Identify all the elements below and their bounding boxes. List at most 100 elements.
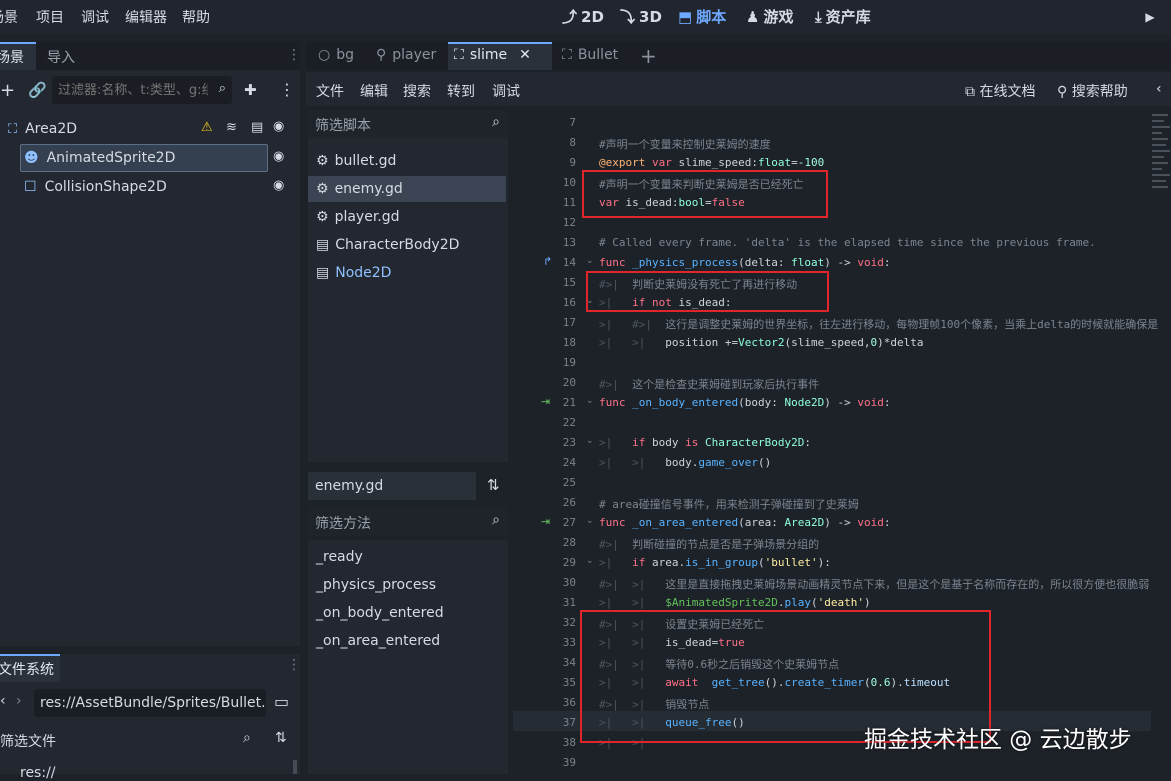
- script-item-node2d[interactable]: ▤ Node2D: [308, 260, 506, 286]
- fs-scrollbar[interactable]: [293, 760, 297, 774]
- fold-icon[interactable]: ⌄: [586, 516, 594, 526]
- tab-bg[interactable]: ○ bg: [318, 47, 354, 63]
- search-help-button[interactable]: ⚲ 搜索帮助: [1057, 81, 1128, 101]
- fs-path-field[interactable]: res://AssetBundle/Sprites/Bullet.: [34, 689, 266, 717]
- gear-icon: ⚙: [316, 181, 329, 197]
- split-view-icon[interactable]: ▭: [274, 692, 289, 711]
- menu-debug[interactable]: 调试: [81, 7, 109, 27]
- script-menu-file[interactable]: 文件: [316, 81, 344, 101]
- script-filter-field[interactable]: 筛选脚本 ⌕: [308, 110, 508, 138]
- override-icon[interactable]: ↱: [543, 255, 552, 268]
- code-line: >| >| body.game_over(): [599, 456, 772, 469]
- tab-player[interactable]: ⚲ player: [376, 47, 436, 63]
- link-icon[interactable]: 🔗: [28, 81, 47, 99]
- mode-3d-button[interactable]: ⤵ 3D: [620, 6, 662, 27]
- tab-import[interactable]: 导入: [47, 47, 75, 67]
- game-icon: ♟: [746, 7, 760, 26]
- assetlib-icon: ⤓: [815, 7, 822, 26]
- mode-assetlib-button[interactable]: ⤓ 资产库: [815, 6, 871, 27]
- line-number: 20: [562, 376, 576, 389]
- mode-script-button[interactable]: ⬒ 脚本: [678, 6, 726, 27]
- tree-node-collisionshape2d[interactable]: ☐ CollisionShape2D: [0, 174, 167, 200]
- line-number: 16: [562, 296, 576, 309]
- back-icon[interactable]: ‹: [0, 693, 6, 709]
- fs-menu-icon[interactable]: ⋮: [287, 657, 301, 673]
- script-attached-icon[interactable]: ▤: [251, 120, 263, 135]
- collapse-icon[interactable]: ‹: [1156, 81, 1162, 97]
- area2d-icon: ⛶: [454, 47, 464, 63]
- tree-menu-icon[interactable]: ⋮: [279, 80, 295, 99]
- line-number: 30: [562, 576, 576, 589]
- animatedsprite-icon: ☻: [24, 150, 39, 166]
- add-tab-icon[interactable]: +: [640, 44, 657, 68]
- code-line: # Called every frame. 'delta' is the ela…: [599, 236, 1096, 249]
- code-line: >| #>| 这行是调整史莱姆的世界坐标，往左进行移动，每物理帧100个像素，当…: [599, 318, 1159, 331]
- visibility-eye-icon[interactable]: ◉: [273, 178, 284, 193]
- play-button[interactable]: ▶: [1139, 6, 1161, 28]
- script-item-characterbody2d[interactable]: ▤ CharacterBody2D: [308, 232, 506, 258]
- tab-slime[interactable]: ⛶ slime ✕: [454, 47, 531, 63]
- script-menu-goto[interactable]: 转到: [447, 81, 475, 101]
- fold-icon[interactable]: ⌄: [586, 396, 594, 406]
- line-number: 36: [562, 696, 576, 709]
- code-line: >| if area.is_in_group('bullet'):: [599, 556, 831, 569]
- code-line: >| >| position +=Vector2(slime_speed,0)*…: [599, 336, 924, 349]
- signal-connect-icon[interactable]: ⇥: [541, 515, 550, 528]
- attach-script-icon[interactable]: ✚: [244, 81, 257, 99]
- tab-bullet[interactable]: ⛶ Bullet: [562, 47, 618, 63]
- method-item[interactable]: _on_area_entered: [316, 633, 440, 649]
- method-item[interactable]: _physics_process: [316, 577, 436, 593]
- sort-icon[interactable]: ⇅: [487, 476, 500, 494]
- menu-help[interactable]: 帮助: [182, 7, 210, 27]
- method-filter-field[interactable]: 筛选方法 ⌕: [308, 508, 508, 536]
- sort-icon[interactable]: ⇅: [275, 730, 287, 746]
- close-icon[interactable]: ✕: [519, 47, 531, 63]
- add-node-icon[interactable]: +: [0, 80, 15, 101]
- fold-icon[interactable]: ⌄: [586, 256, 594, 266]
- script-menu-search[interactable]: 搜索: [403, 81, 431, 101]
- visibility-eye-icon[interactable]: ◉: [273, 149, 284, 164]
- search-icon: ⌕: [492, 512, 500, 528]
- doc-icon: ▤: [316, 265, 330, 281]
- dock-menu-icon[interactable]: ⋮: [287, 47, 301, 63]
- warning-icon[interactable]: ⚠: [201, 120, 213, 135]
- mode-game-button[interactable]: ♟ 游戏: [746, 6, 793, 27]
- forward-icon[interactable]: ›: [16, 693, 22, 709]
- tab-filesystem[interactable]: 文件系统: [0, 654, 60, 682]
- minimap[interactable]: [1150, 110, 1171, 230]
- script-menu-edit[interactable]: 编辑: [360, 81, 388, 101]
- script-menu-debug[interactable]: 调试: [492, 81, 520, 101]
- menu-project[interactable]: 项目: [36, 7, 64, 27]
- script-item-player[interactable]: ⚙ player.gd: [308, 204, 506, 230]
- mode-2d-button[interactable]: ⤴ 2D: [562, 6, 604, 27]
- scene-dock-tabs: 场景 导入 ⋮: [0, 42, 301, 70]
- method-item[interactable]: _ready: [316, 549, 363, 565]
- tree-node-area2d[interactable]: ⛶ Area2D: [0, 116, 77, 142]
- line-number: 29: [562, 556, 576, 569]
- fold-icon[interactable]: ⌄: [586, 436, 594, 446]
- script-item-bullet[interactable]: ⚙ bullet.gd: [308, 148, 506, 174]
- code-line: >| >| $AnimatedSprite2D.play('death'): [599, 596, 871, 609]
- fs-filter-input[interactable]: 筛选文件: [0, 731, 56, 751]
- menu-editor[interactable]: 编辑器: [125, 7, 167, 27]
- code-line: func _physics_process(delta: float) -> v…: [599, 256, 891, 269]
- tab-scene[interactable]: 场景: [0, 47, 24, 67]
- node-filter-input[interactable]: [52, 76, 210, 104]
- script-item-enemy[interactable]: ⚙ enemy.gd: [308, 176, 506, 202]
- code-line: func _on_body_entered(body: Node2D) -> v…: [599, 396, 891, 409]
- line-number: 25: [562, 476, 576, 489]
- signal-icon[interactable]: ≋: [226, 120, 237, 135]
- fs-root-item[interactable]: res://: [20, 765, 56, 781]
- node-filter-field[interactable]: ⌕: [52, 76, 232, 104]
- code-line: #>| >| 这里是直接拖拽史莱姆场景动画精灵节点下来，但是这个是基于名称而存在…: [599, 578, 1150, 591]
- tree-node-animatedsprite2d[interactable]: ☻ AnimatedSprite2D: [0, 145, 175, 171]
- editor-tab-bar: ○ bg ⚲ player ⛶ slime ✕ ⛶ Bullet +: [306, 42, 1171, 70]
- method-item[interactable]: _on_body_entered: [316, 605, 444, 621]
- online-docs-button[interactable]: ⧉ 在线文档: [965, 81, 1035, 101]
- visibility-eye-icon[interactable]: ◉: [273, 119, 284, 134]
- line-number: 12: [562, 216, 576, 229]
- menu-scene[interactable]: 场景: [0, 7, 18, 27]
- signal-connect-icon[interactable]: ⇥: [541, 395, 550, 408]
- line-number: 17: [562, 316, 576, 329]
- fold-icon[interactable]: ⌄: [586, 556, 594, 566]
